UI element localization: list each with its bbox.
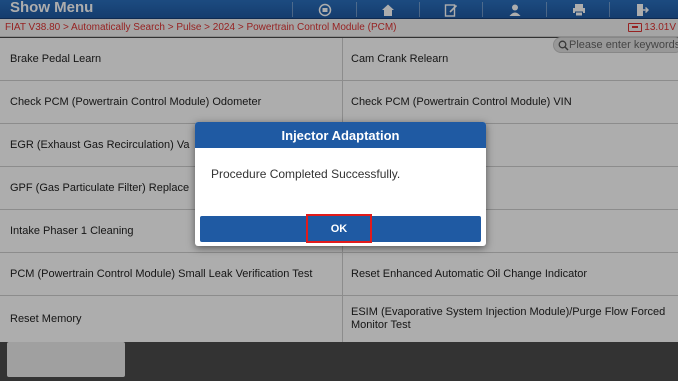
dialog-message: Procedure Completed Successfully. bbox=[211, 167, 401, 181]
dialog: Injector Adaptation Procedure Completed … bbox=[195, 122, 486, 246]
dialog-title: Injector Adaptation bbox=[195, 122, 486, 148]
ok-button[interactable]: OK bbox=[306, 214, 372, 243]
